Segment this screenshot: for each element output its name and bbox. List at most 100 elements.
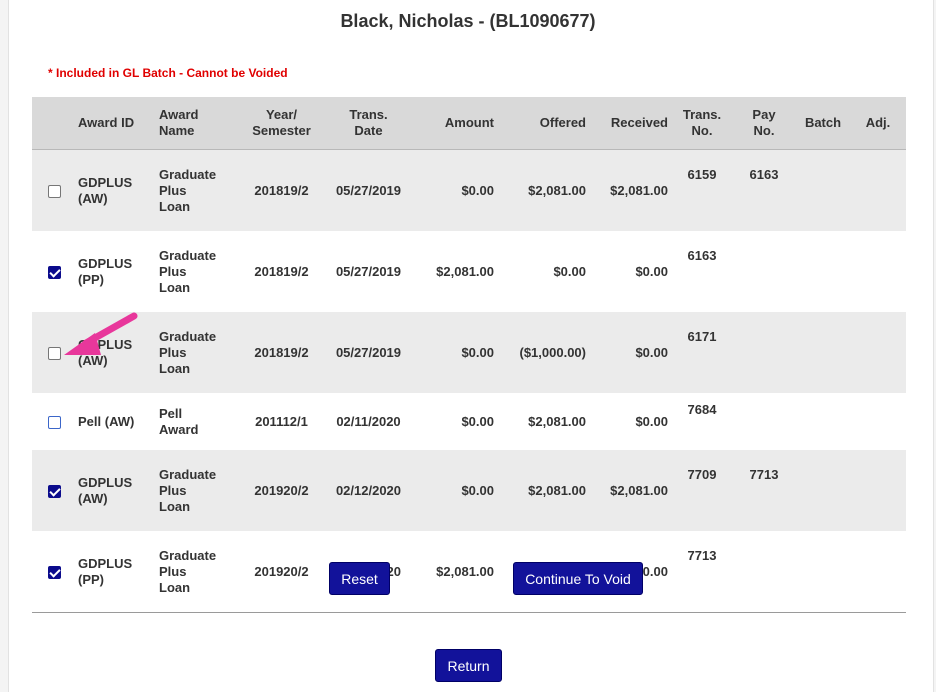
offered-cell: $0.00 xyxy=(553,263,586,279)
row-select-cell xyxy=(32,149,74,231)
batch-cell xyxy=(796,149,850,231)
trans-date-cell: 05/27/2019 xyxy=(325,149,412,231)
batch-cell xyxy=(796,231,850,312)
batch-cell xyxy=(796,393,850,450)
trans-no-cell: 7713 xyxy=(672,531,732,613)
row-checkbox[interactable] xyxy=(48,265,61,279)
adj-cell xyxy=(850,149,906,231)
adj-cell xyxy=(850,231,906,312)
table-row: GDPLUS (AW) Graduate Plus Loan 201819/2 05/… xyxy=(32,149,906,231)
year-semester-cell: 201819/2 xyxy=(238,312,325,393)
batch-cell xyxy=(796,450,850,531)
offered-cell: $2,081.00 xyxy=(498,450,590,531)
award-id-cell: GDPLUS (AW) xyxy=(74,450,155,531)
pay-no-cell xyxy=(732,312,796,393)
pay-no-cell xyxy=(732,531,796,613)
table-row: GDPLUS (AW) Graduate Plus Loan 201920/2 02/… xyxy=(32,450,906,531)
col-adj: Adj. xyxy=(850,97,906,150)
row-checkbox[interactable] xyxy=(48,184,61,198)
received-cell: $0.00 xyxy=(590,312,672,393)
row-select-cell xyxy=(32,312,74,393)
adj-cell xyxy=(850,531,906,613)
amount-cell: $0.00 xyxy=(461,413,494,429)
amount-cell: $2,081.00 xyxy=(436,263,494,279)
amount-cell: $0.00 xyxy=(412,312,498,393)
trans-no-cell: 6159 xyxy=(672,149,732,231)
award-name-cell: Graduate Plus Loan xyxy=(155,450,238,531)
adj-cell xyxy=(850,450,906,531)
row-select-cell xyxy=(32,450,74,531)
col-award-name: Award Name xyxy=(155,97,238,150)
award-id-cell: GDPLUS (AW) xyxy=(74,149,155,231)
table-row: GDPLUS(PP) GraduatePlusLoan 201920/2 02/… xyxy=(32,531,906,613)
received-cell: $0.00 xyxy=(635,413,668,429)
row-checkbox[interactable] xyxy=(48,415,61,429)
trans-date-cell: 02/12/2020 xyxy=(325,450,412,531)
col-year-semester: Year/Semester xyxy=(238,97,325,150)
continue-to-void-button[interactable]: Continue To Void xyxy=(513,562,643,595)
award-id-cell: GDPLUS (PP) xyxy=(74,531,155,613)
pay-no-cell xyxy=(732,231,796,312)
award-id-cell: Pell (AW) xyxy=(78,413,135,429)
row-select-cell xyxy=(32,231,74,312)
col-trans-date: Trans. Date xyxy=(325,97,412,150)
award-name-cell: Graduate Plus Loan xyxy=(155,531,238,613)
received-cell: $2,081.00 xyxy=(590,450,672,531)
year-semester-cell: 201112/1 xyxy=(255,413,308,429)
adj-cell xyxy=(850,393,906,450)
col-pay-no: Pay No. xyxy=(732,97,796,150)
batch-cell xyxy=(796,531,850,613)
year-semester-cell: 201920/2 xyxy=(238,531,325,613)
row-checkbox[interactable] xyxy=(48,484,61,498)
year-semester-cell: 201819/2 xyxy=(254,263,309,279)
return-button[interactable]: Return xyxy=(435,649,502,682)
row-checkbox[interactable] xyxy=(48,346,61,360)
trans-no-cell: 7684 xyxy=(687,402,717,417)
received-cell: $0.00 xyxy=(635,263,668,279)
offered-cell: $2,081.00 xyxy=(498,149,590,231)
amount-cell: $2,081.00 xyxy=(412,531,498,613)
gl-batch-note: * Included in GL Batch - Cannot be Voide… xyxy=(48,66,288,80)
table-row: Pell (AW) Pell Award 201112/1 02/11/2020 … xyxy=(32,393,906,450)
received-cell: $2,081.00 xyxy=(590,149,672,231)
awards-table: Award ID Award Name Year/Semester Trans. D… xyxy=(32,97,906,613)
pay-no-cell: 7713 xyxy=(732,450,796,531)
trans-date-cell: 02/11/2020 xyxy=(336,413,401,429)
col-trans-no: Trans. No. xyxy=(672,97,732,150)
award-name-cell: Graduate Plus Loan xyxy=(155,149,238,231)
award-name-cell: Graduate Plus Loan xyxy=(159,247,217,295)
row-checkbox[interactable] xyxy=(48,565,61,579)
trans-date-cell: 05/27/2019 xyxy=(335,263,402,279)
adj-cell xyxy=(850,312,906,393)
award-name-cell: Pell Award xyxy=(159,405,199,437)
award-id-cell: GDPLUS (AW) xyxy=(74,312,155,393)
table-header-row: Award ID Award Name Year/Semester Trans. D… xyxy=(32,97,906,150)
award-id-cell: GDPLUS (PP) xyxy=(78,255,133,287)
row-select-cell xyxy=(32,531,74,613)
page-title: Black, Nicholas - (BL1090677) xyxy=(340,11,596,31)
table-row: GDPLUS (AW) Graduate Plus Loan 201819/2 05/… xyxy=(32,312,906,393)
trans-no-cell: 7709 xyxy=(672,450,732,531)
year-semester-cell: 201920/2 xyxy=(238,450,325,531)
amount-cell: $0.00 xyxy=(412,149,498,231)
trans-no-cell: 6163 xyxy=(687,248,717,263)
year-semester-cell: 201819/2 xyxy=(238,149,325,231)
award-name-cell: Graduate Plus Loan xyxy=(155,312,238,393)
row-select-cell xyxy=(32,393,74,450)
trans-no-cell: 6171 xyxy=(672,312,732,393)
batch-cell xyxy=(796,312,850,393)
trans-date-cell: 05/27/2019 xyxy=(325,312,412,393)
table-row: GDPLUS (PP) Graduate Plus Loan 201819/2 05/… xyxy=(32,231,906,312)
col-award-id: Award ID xyxy=(74,97,155,150)
col-amount: Amount xyxy=(412,97,498,150)
col-received: Received xyxy=(590,97,672,150)
col-select xyxy=(32,97,74,150)
amount-cell: $0.00 xyxy=(412,450,498,531)
pay-no-cell: 6163 xyxy=(732,149,796,231)
pay-no-cell xyxy=(732,393,796,450)
reset-button[interactable]: Reset xyxy=(329,562,390,595)
col-batch: Batch xyxy=(796,97,850,150)
col-offered: Offered xyxy=(498,97,590,150)
offered-cell: $2,081.00 xyxy=(528,413,586,429)
offered-cell: ($1,000.00) xyxy=(498,312,590,393)
